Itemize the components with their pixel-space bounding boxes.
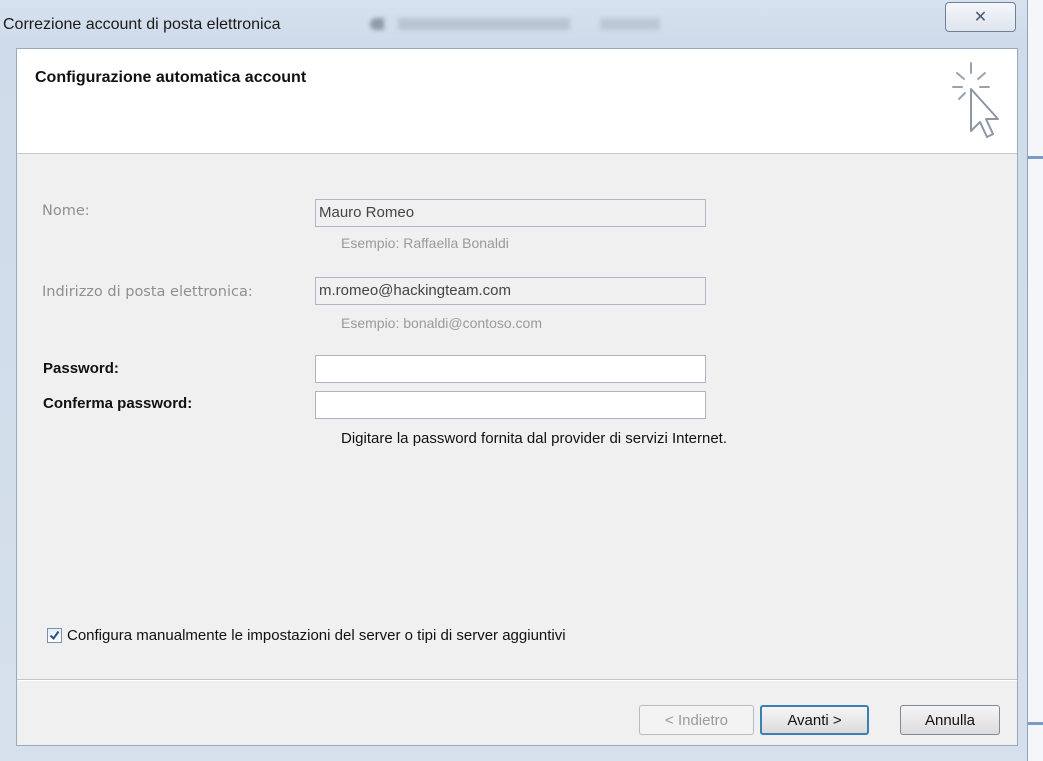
email-field[interactable]: m.romeo@hackingteam.com — [315, 277, 706, 305]
close-icon: ✕ — [973, 9, 988, 26]
title-bar[interactable]: Correzione account di posta elettronica … — [0, 0, 1028, 48]
manual-config-label[interactable]: Configura manualmente le impostazioni de… — [67, 627, 566, 644]
background-divider — [1028, 156, 1043, 159]
page-title: Configurazione automatica account — [35, 69, 307, 86]
confirm-password-field[interactable] — [315, 391, 706, 419]
dialog-client-area: Configurazione automatica account Nome: … — [16, 48, 1018, 746]
wizard-header: Configurazione automatica account — [17, 49, 1017, 154]
name-example: Esempio: Raffaella Bonaldi — [341, 235, 509, 251]
background-divider — [1028, 722, 1043, 725]
blurred-background-text — [370, 18, 770, 30]
dialog-window: Correzione account di posta elettronica … — [0, 0, 1028, 761]
footer-divider-highlight — [17, 680, 1017, 681]
back-button[interactable]: < Indietro — [639, 705, 754, 735]
window-title: Correzione account di posta elettronica — [3, 16, 281, 33]
background-app-strip — [1028, 0, 1043, 761]
password-field[interactable] — [315, 355, 706, 383]
name-field[interactable]: Mauro Romeo — [315, 199, 706, 227]
wizard-cursor-icon — [952, 62, 999, 138]
cancel-button[interactable]: Annulla — [900, 705, 1000, 735]
next-button[interactable]: Avanti > — [760, 705, 869, 735]
email-example: Esempio: bonaldi@contoso.com — [341, 315, 542, 331]
email-label: Indirizzo di posta elettronica: — [42, 284, 253, 300]
password-label: Password: — [43, 360, 119, 377]
name-label: Nome: — [42, 203, 90, 219]
password-hint: Digitare la password fornita dal provide… — [341, 430, 728, 447]
checkmark-icon — [49, 630, 60, 641]
confirm-password-label: Conferma password: — [43, 395, 193, 412]
close-button[interactable]: ✕ — [945, 2, 1016, 32]
manual-config-checkbox[interactable] — [47, 628, 62, 643]
